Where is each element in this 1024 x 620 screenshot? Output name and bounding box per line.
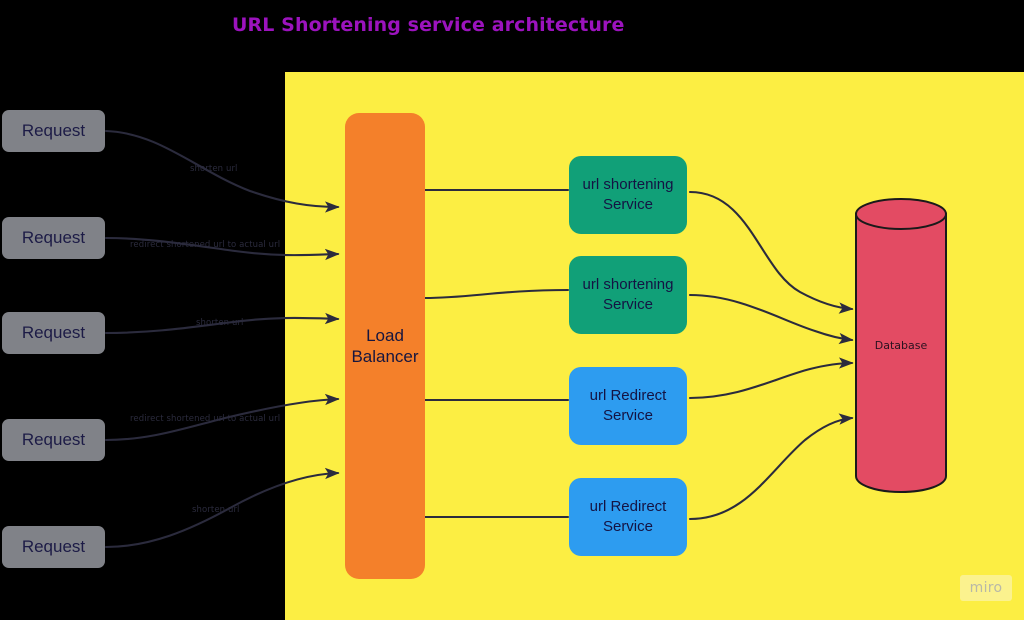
service-node-4-label: url Redirect Service [586, 497, 671, 537]
service-node-3-label: url Redirect Service [586, 386, 671, 426]
edge-label-4: redirect shortened url to actual url [130, 414, 281, 424]
request-node-3[interactable]: Request [2, 312, 105, 354]
request-node-1[interactable]: Request [2, 110, 105, 152]
miro-watermark: miro [960, 575, 1012, 601]
service-node-url-redirect-2[interactable]: url Redirect Service [569, 478, 687, 556]
load-balancer-label-line2: Balancer [351, 347, 419, 366]
load-balancer-label-line1: Load [366, 326, 404, 345]
page-title: URL Shortening service architecture [232, 14, 625, 36]
service-node-4-label-line1: url Redirect [589, 498, 667, 515]
service-node-1-label-line1: url shortening [582, 176, 674, 193]
service-node-3-label-line1: url Redirect [589, 387, 667, 404]
request-node-5[interactable]: Request [2, 526, 105, 568]
service-node-2-label: url shortening Service [579, 275, 678, 315]
request-node-2-label: Request [21, 228, 86, 247]
service-node-url-shortening-2[interactable]: url shortening Service [569, 256, 687, 334]
service-node-1-label: url shortening Service [579, 175, 678, 215]
service-node-2-label-line2: Service [602, 296, 653, 313]
database-cylinder-icon [855, 198, 947, 494]
request-node-3-label: Request [21, 323, 86, 342]
request-node-5-label: Request [21, 537, 86, 556]
load-balancer-node[interactable]: Load Balancer [345, 113, 425, 579]
service-node-url-shortening-1[interactable]: url shortening Service [569, 156, 687, 234]
request-node-4[interactable]: Request [2, 419, 105, 461]
service-node-2-label-line1: url shortening [582, 276, 674, 293]
service-node-4-label-line2: Service [602, 518, 653, 535]
diagram-canvas: URL Shortening service architecture Requ… [0, 0, 1024, 620]
request-node-4-label: Request [21, 430, 86, 449]
service-node-1-label-line2: Service [602, 196, 653, 213]
request-node-1-label: Request [21, 121, 86, 140]
edge-label-1: shorten url [190, 164, 238, 174]
load-balancer-label: Load Balancer [351, 325, 418, 367]
database-node[interactable]: Database [855, 196, 947, 494]
service-node-url-redirect-1[interactable]: url Redirect Service [569, 367, 687, 445]
edge-label-5: shorten url [192, 505, 240, 515]
request-node-2[interactable]: Request [2, 217, 105, 259]
service-node-3-label-line2: Service [602, 407, 653, 424]
edge-label-2: redirect shortened url to actual url [130, 240, 281, 250]
edge-label-3: shorten url [196, 318, 244, 328]
